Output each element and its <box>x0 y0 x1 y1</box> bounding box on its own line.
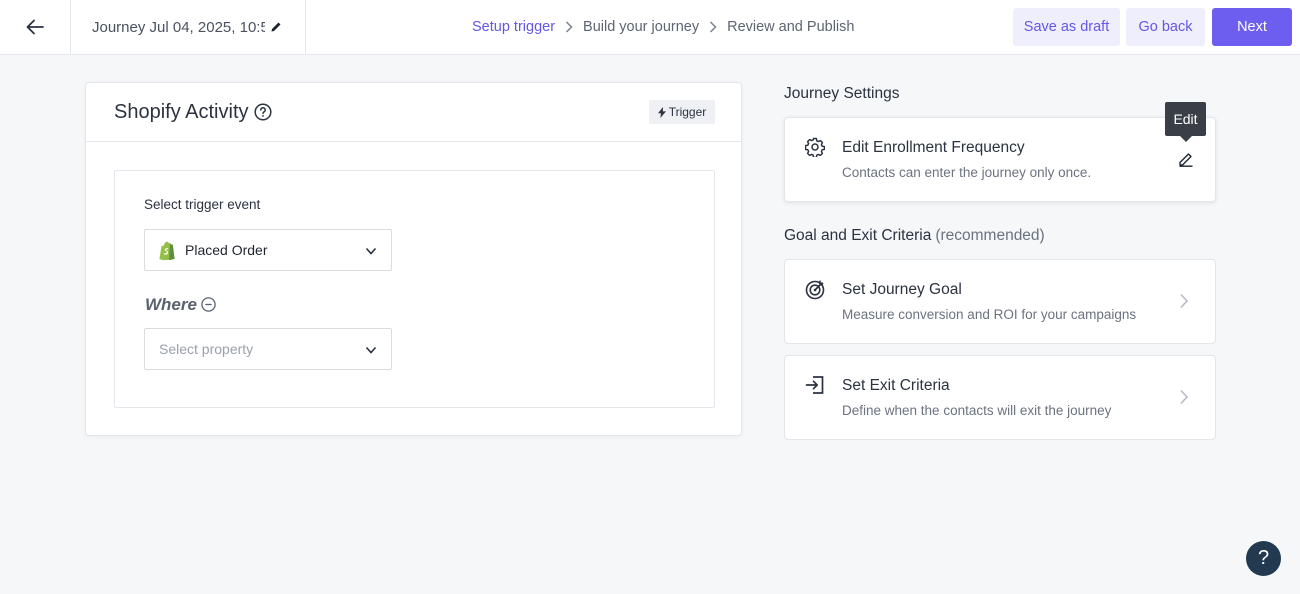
chevron-down-icon <box>365 244 377 262</box>
pencil-icon[interactable] <box>270 21 282 33</box>
enrollment-description: Contacts can enter the journey only once… <box>842 165 1092 180</box>
chevron-down-icon <box>365 343 377 361</box>
goal-exit-title-text: Goal and Exit Criteria <box>784 227 932 244</box>
enrollment-frequency-card[interactable]: Edit Enrollment Frequency Contacts can e… <box>784 117 1216 202</box>
edit-icon[interactable] <box>1178 151 1194 172</box>
journey-title[interactable]: Journey Jul 04, 2025, 10:55 <box>92 19 265 36</box>
target-icon <box>805 279 826 305</box>
property-placeholder: Select property <box>159 341 254 357</box>
step-build-journey[interactable]: Build your journey <box>583 19 699 35</box>
journey-title-area: Journey Jul 04, 2025, 10:55 <box>71 0 306 54</box>
enrollment-title: Edit Enrollment Frequency <box>842 139 1025 156</box>
selected-event-value: Placed Order <box>185 242 268 258</box>
trigger-card: Shopify Activity Trigger Select trigger … <box>85 82 742 436</box>
property-select[interactable]: Select property <box>144 328 392 370</box>
chevron-right-icon <box>1179 389 1189 410</box>
trigger-card-header: Shopify Activity Trigger <box>86 83 741 142</box>
exit-criteria-description: Define when the contacts will exit the j… <box>842 403 1112 418</box>
trigger-badge: Trigger <box>649 100 715 124</box>
exit-criteria-title: Set Exit Criteria <box>842 377 950 394</box>
where-label: Where <box>145 295 197 314</box>
select-event-label: Select trigger event <box>144 197 261 212</box>
help-button[interactable]: ? <box>1246 541 1281 576</box>
back-button[interactable] <box>0 0 71 54</box>
card-title: Shopify Activity <box>114 101 249 123</box>
top-bar: Journey Jul 04, 2025, 10:55 Setup trigge… <box>0 0 1300 55</box>
stepper: Setup trigger Build your journey Review … <box>472 0 854 54</box>
gear-icon <box>804 137 826 162</box>
chevron-right-icon <box>565 21 573 33</box>
exit-criteria-card[interactable]: Set Exit Criteria Define when the contac… <box>784 355 1216 440</box>
lightning-icon <box>657 106 666 118</box>
exit-icon <box>805 375 825 400</box>
trigger-badge-label: Trigger <box>668 105 707 119</box>
step-review-publish[interactable]: Review and Publish <box>727 19 854 35</box>
step-setup-trigger[interactable]: Setup trigger <box>472 19 555 35</box>
minus-circle-icon[interactable] <box>201 297 216 317</box>
arrow-left-icon <box>26 19 44 35</box>
next-button[interactable]: Next <box>1212 8 1292 46</box>
save-as-draft-button[interactable]: Save as draft <box>1013 8 1120 46</box>
journey-goal-card[interactable]: Set Journey Goal Measure conversion and … <box>784 259 1216 344</box>
edit-tooltip: Edit <box>1165 102 1206 142</box>
chevron-right-icon <box>1179 293 1189 314</box>
help-circle-icon[interactable] <box>254 103 272 126</box>
goal-exit-title: Goal and Exit Criteria (recommended) <box>784 227 1045 245</box>
trigger-event-select[interactable]: Placed Order <box>144 229 392 271</box>
journey-goal-title: Set Journey Goal <box>842 281 962 298</box>
go-back-button[interactable]: Go back <box>1126 8 1205 46</box>
journey-goal-description: Measure conversion and ROI for your camp… <box>842 307 1137 322</box>
chevron-right-icon <box>709 21 717 33</box>
goal-exit-hint: (recommended) <box>935 227 1045 244</box>
shopify-icon <box>159 241 176 260</box>
trigger-config-box: Select trigger event Placed Order Where … <box>114 170 715 408</box>
journey-settings-title: Journey Settings <box>784 85 900 102</box>
